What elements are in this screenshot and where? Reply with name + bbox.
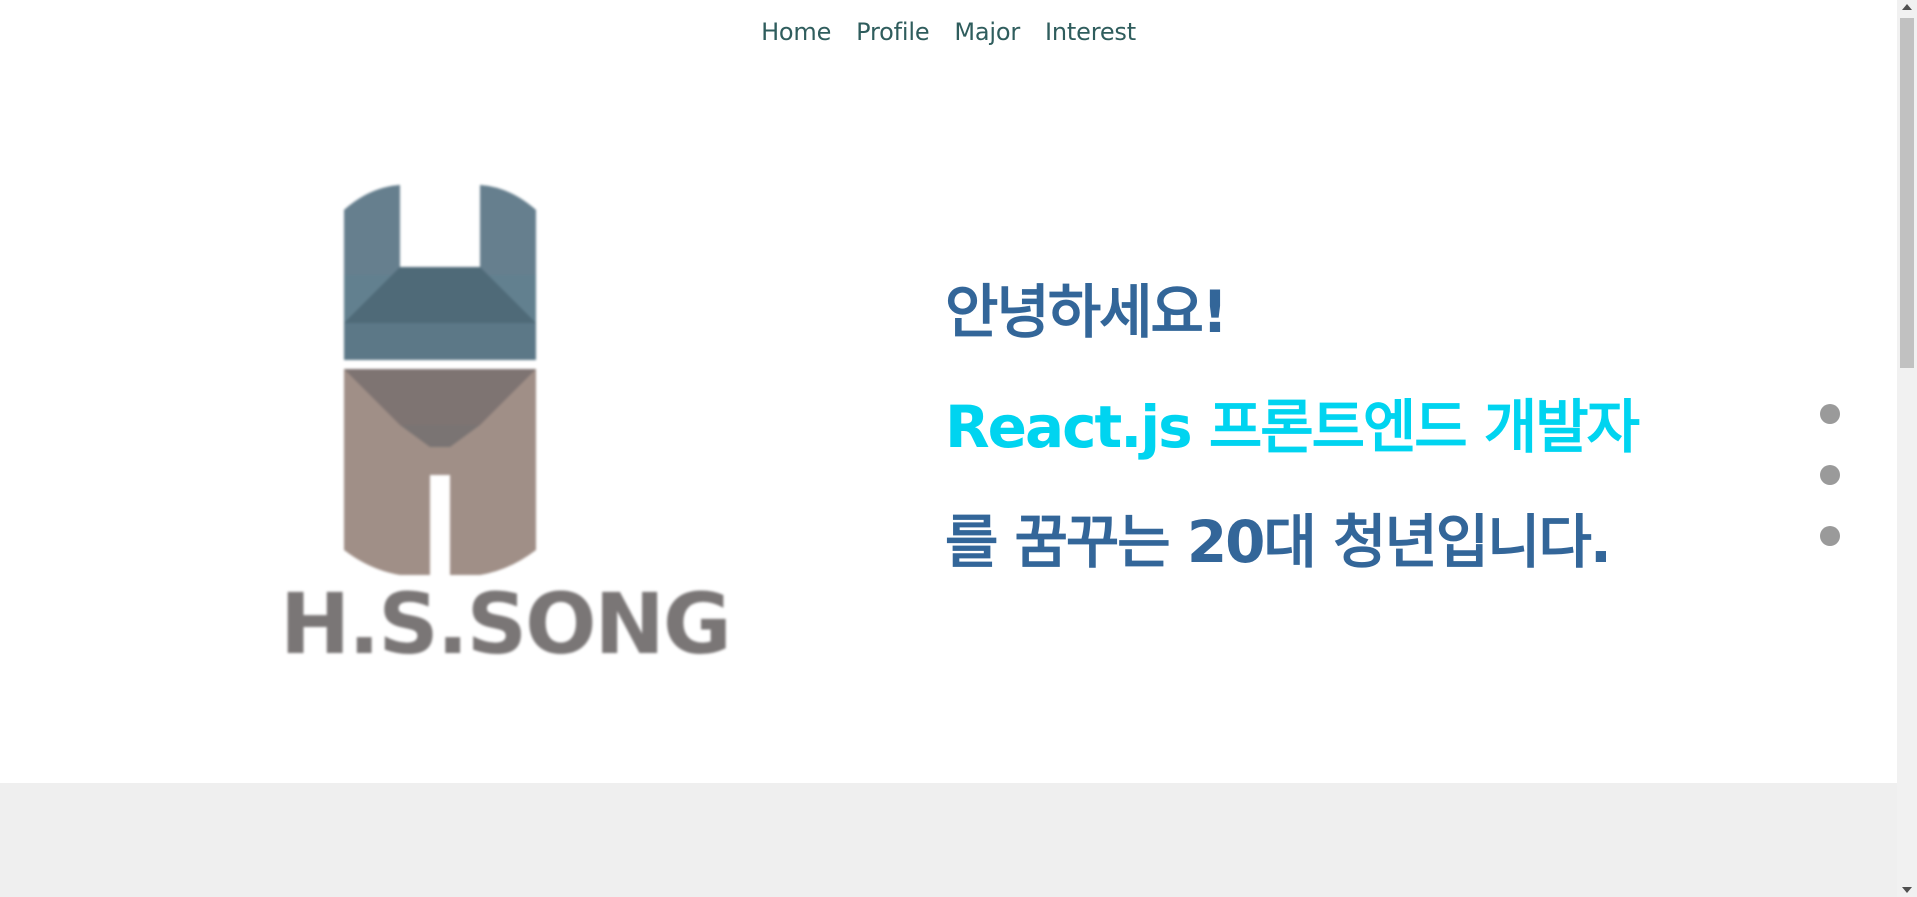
vertical-scrollbar[interactable] [1897, 0, 1917, 897]
nav-interest-link[interactable]: Interest [1045, 18, 1136, 46]
next-section [0, 783, 1897, 897]
hs-song-logo: H.S.SONG [270, 175, 732, 675]
top-navigation: Home Profile Major Interest [0, 18, 1897, 46]
section-dot-3[interactable] [1820, 526, 1840, 546]
page: Home Profile Major Interest H.S.SONG 안녕하… [0, 0, 1917, 897]
logo-wordmark: H.S.SONG [280, 575, 732, 673]
section-dot-2[interactable] [1820, 465, 1840, 485]
section-dot-1[interactable] [1820, 404, 1840, 424]
scroll-up-arrow-icon[interactable] [1902, 4, 1912, 10]
hero-greeting: 안녕하세요! [945, 278, 1228, 346]
nav-major-link[interactable]: Major [954, 18, 1020, 46]
hero-text: 안녕하세요! React.js 프론트엔드 개발자 를 꿈꾸는 20대 청년입니… [945, 255, 1640, 600]
section-dots-nav [1820, 404, 1840, 546]
main-section: Home Profile Major Interest H.S.SONG 안녕하… [0, 0, 1897, 897]
scroll-thumb[interactable] [1900, 18, 1914, 368]
logo-emblem [344, 185, 536, 575]
hero-dream: 를 꿈꾸는 20대 청년입니다. [945, 508, 1612, 576]
nav-profile-link[interactable]: Profile [856, 18, 929, 46]
hero-role: React.js 프론트엔드 개발자 [945, 393, 1640, 461]
nav-home-link[interactable]: Home [761, 18, 831, 46]
scroll-down-arrow-icon[interactable] [1902, 887, 1912, 893]
